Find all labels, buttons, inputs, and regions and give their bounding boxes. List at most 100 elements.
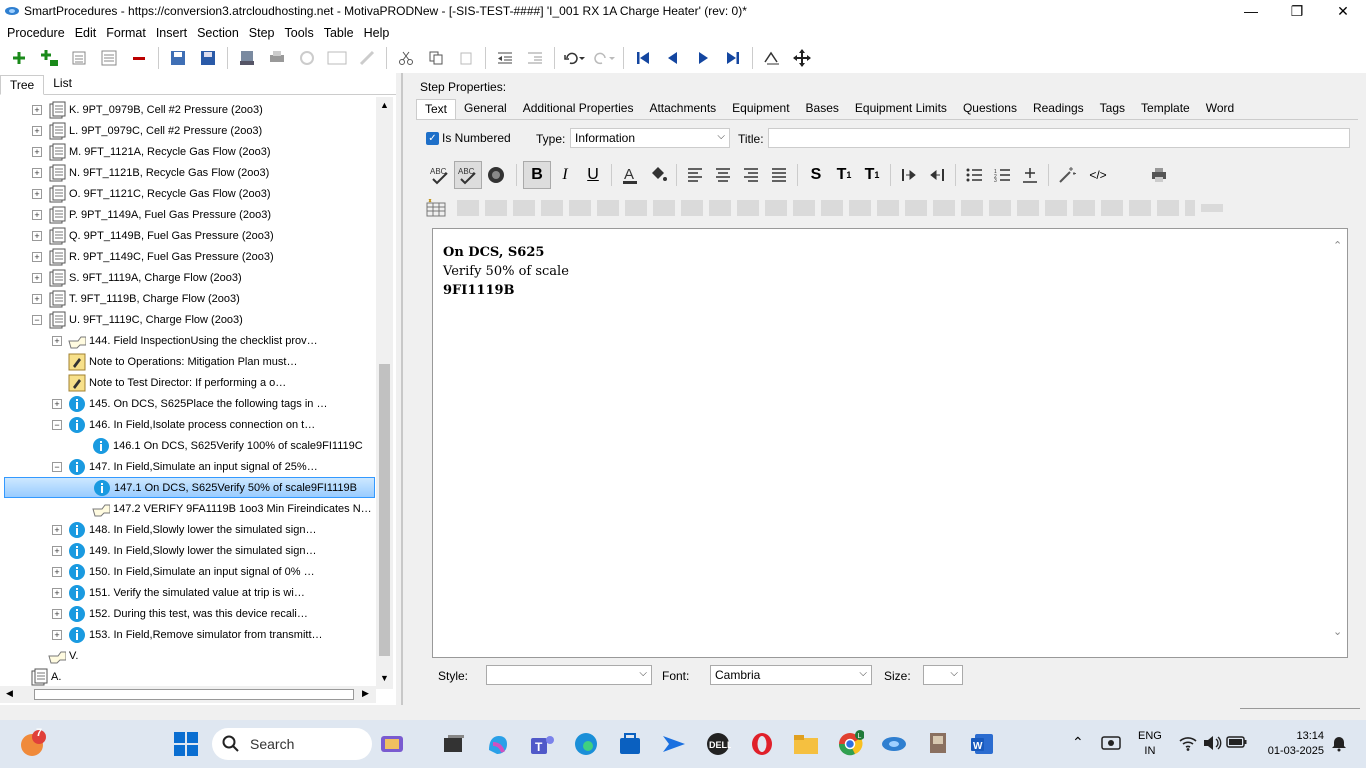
tree-node[interactable]: + K. 9PT_0979B, Cell #2 Pressure (2oo3): [32, 99, 263, 120]
increase-indent-icon[interactable]: [895, 161, 923, 189]
table-tool-icon[interactable]: [597, 200, 619, 216]
minimize-button[interactable]: —: [1228, 0, 1274, 22]
font-select[interactable]: Cambria ⌵: [710, 665, 872, 685]
tree-node[interactable]: +145. On DCS, S625Place the following ta…: [52, 393, 327, 414]
hscroll-thumb[interactable]: [34, 689, 354, 700]
table-tool-icon[interactable]: [457, 200, 479, 216]
tree-node[interactable]: − 146. In Field,Isolate process connectio…: [52, 414, 315, 435]
battery-icon[interactable]: [1226, 735, 1248, 752]
add-child-icon[interactable]: [37, 46, 61, 70]
language-indicator[interactable]: ENG IN: [1138, 729, 1162, 759]
tree-node[interactable]: + R. 9PT_1149C, Fuel Gas Pressure (2oo3): [32, 246, 274, 267]
style-select[interactable]: ⌵: [486, 665, 652, 685]
add-icon[interactable]: [7, 46, 31, 70]
expand-icon[interactable]: +: [52, 587, 62, 598]
tree-node[interactable]: + Q. 9PT_1149B, Fuel Gas Pressure (2oo3): [32, 225, 274, 246]
expand-icon[interactable]: +: [52, 335, 62, 346]
tab-list[interactable]: List: [44, 74, 81, 94]
tree-node[interactable]: +144. Field InspectionUsing the checklis…: [52, 330, 318, 351]
tree-node[interactable]: + P. 9PT_1149A, Fuel Gas Pressure (2oo3): [32, 204, 271, 225]
tab-tags[interactable]: Tags: [1092, 99, 1133, 119]
collapse-icon[interactable]: −: [32, 314, 42, 325]
tab-text[interactable]: Text: [416, 99, 457, 119]
save-icon[interactable]: [196, 46, 220, 70]
scroll-thumb[interactable]: [379, 364, 390, 656]
expand-icon[interactable]: +: [32, 272, 42, 283]
tab-readings[interactable]: Readings: [1025, 99, 1092, 119]
expand-icon[interactable]: +: [32, 146, 42, 157]
table-tool-icon[interactable]: [625, 200, 647, 216]
is-numbered-checkbox[interactable]: ✓: [426, 132, 439, 145]
title-input[interactable]: [768, 128, 1350, 148]
weather-widget[interactable]: 7: [16, 727, 48, 760]
refresh-icon[interactable]: [295, 46, 319, 70]
fill-color-icon[interactable]: [644, 161, 672, 189]
menu-table[interactable]: Table: [319, 26, 359, 40]
table-tool-icon[interactable]: [709, 200, 731, 216]
tree-node[interactable]: − U. 9FT_1119C, Charge Flow (2oo3): [32, 309, 243, 330]
tab-template[interactable]: Template: [1133, 99, 1198, 119]
expand-icon[interactable]: +: [52, 398, 62, 409]
table-tool-icon[interactable]: [653, 200, 675, 216]
expand-icon[interactable]: +: [32, 209, 42, 220]
chrome-icon[interactable]: L: [834, 728, 866, 760]
tab-word[interactable]: Word: [1198, 99, 1242, 119]
list-icon[interactable]: [67, 46, 91, 70]
type-select[interactable]: Information ⌵: [570, 128, 730, 148]
chevron-down-icon[interactable]: ⌄: [1333, 625, 1342, 638]
expand-icon[interactable]: +: [32, 167, 42, 178]
tree-vertical-scrollbar[interactable]: ▲ ▼: [376, 97, 393, 689]
edge-icon[interactable]: [570, 728, 602, 760]
menu-step[interactable]: Step: [244, 26, 280, 40]
tab-general[interactable]: General: [456, 99, 515, 119]
file-explorer-icon[interactable]: [790, 728, 822, 760]
tree-node[interactable]: + N. 9FT_1121B, Recycle Gas Flow (2oo3): [32, 162, 269, 183]
italic-button[interactable]: I: [551, 161, 579, 189]
expand-icon[interactable]: +: [32, 293, 42, 304]
store-icon[interactable]: [614, 728, 646, 760]
tray-chevron-icon[interactable]: ⌃: [1072, 734, 1084, 751]
app-arrow-icon[interactable]: [658, 728, 690, 760]
editor-scrollbar[interactable]: ⌃ ⌄: [1330, 229, 1347, 657]
tree-node[interactable]: +153. In Field,Remove simulator from tra…: [52, 624, 323, 645]
tab-equipment-limits[interactable]: Equipment Limits: [847, 99, 955, 119]
table-tool-icon[interactable]: [1017, 200, 1039, 216]
numbered-list-icon[interactable]: 123: [988, 161, 1016, 189]
table-tool-icon[interactable]: [877, 200, 899, 216]
tab-questions[interactable]: Questions: [955, 99, 1025, 119]
opera-icon[interactable]: [746, 728, 778, 760]
printer-icon[interactable]: [1145, 161, 1173, 189]
table-tool-icon[interactable]: [1073, 200, 1095, 216]
clock[interactable]: 13:14 01-03-2025: [1258, 729, 1324, 759]
scroll-up-icon[interactable]: ▲: [380, 100, 389, 110]
step-text-editor[interactable]: On DCS, S625 Verify 50% of scale 9FI1119…: [432, 228, 1348, 658]
table-tool-icon[interactable]: [1101, 200, 1123, 216]
table-tool-icon[interactable]: [737, 200, 759, 216]
subscript-icon[interactable]: T1: [858, 161, 886, 189]
tab-attachments[interactable]: Attachments: [641, 99, 724, 119]
expand-icon[interactable]: +: [32, 230, 42, 241]
tree-node[interactable]: +150. In Field,Simulate an input signal …: [52, 561, 315, 582]
table-tool-icon[interactable]: [821, 200, 843, 216]
tree-node[interactable]: +148. In Field,Slowly lower the simulate…: [52, 519, 316, 540]
tree-node[interactable]: + L. 9PT_0979C, Cell #2 Pressure (2oo3): [32, 120, 262, 141]
table-tool-icon[interactable]: [905, 200, 927, 216]
word-icon[interactable]: W: [966, 728, 998, 760]
menu-edit[interactable]: Edit: [70, 26, 102, 40]
tree-node[interactable]: Note to Operations: Mitigation Plan must…: [52, 351, 297, 372]
first-icon[interactable]: [631, 46, 655, 70]
task-view-icon[interactable]: [438, 728, 470, 760]
move-icon[interactable]: [790, 46, 814, 70]
table-tool-icon[interactable]: [1201, 204, 1223, 212]
export-icon[interactable]: [235, 46, 259, 70]
previous-icon[interactable]: [661, 46, 685, 70]
table-tool-icon[interactable]: [849, 200, 871, 216]
table-tool-icon[interactable]: [1129, 200, 1151, 216]
scroll-down-icon[interactable]: ▼: [380, 673, 389, 683]
tree-node[interactable]: + T. 9FT_1119B, Charge Flow (2oo3): [32, 288, 240, 309]
tree-node[interactable]: − 147. In Field,Simulate an input signal …: [52, 456, 318, 477]
size-select[interactable]: ⌵: [923, 665, 963, 685]
table-tool-icon[interactable]: [513, 200, 535, 216]
table-tool-icon[interactable]: [1045, 200, 1067, 216]
table-tool-icon[interactable]: [1157, 200, 1179, 216]
